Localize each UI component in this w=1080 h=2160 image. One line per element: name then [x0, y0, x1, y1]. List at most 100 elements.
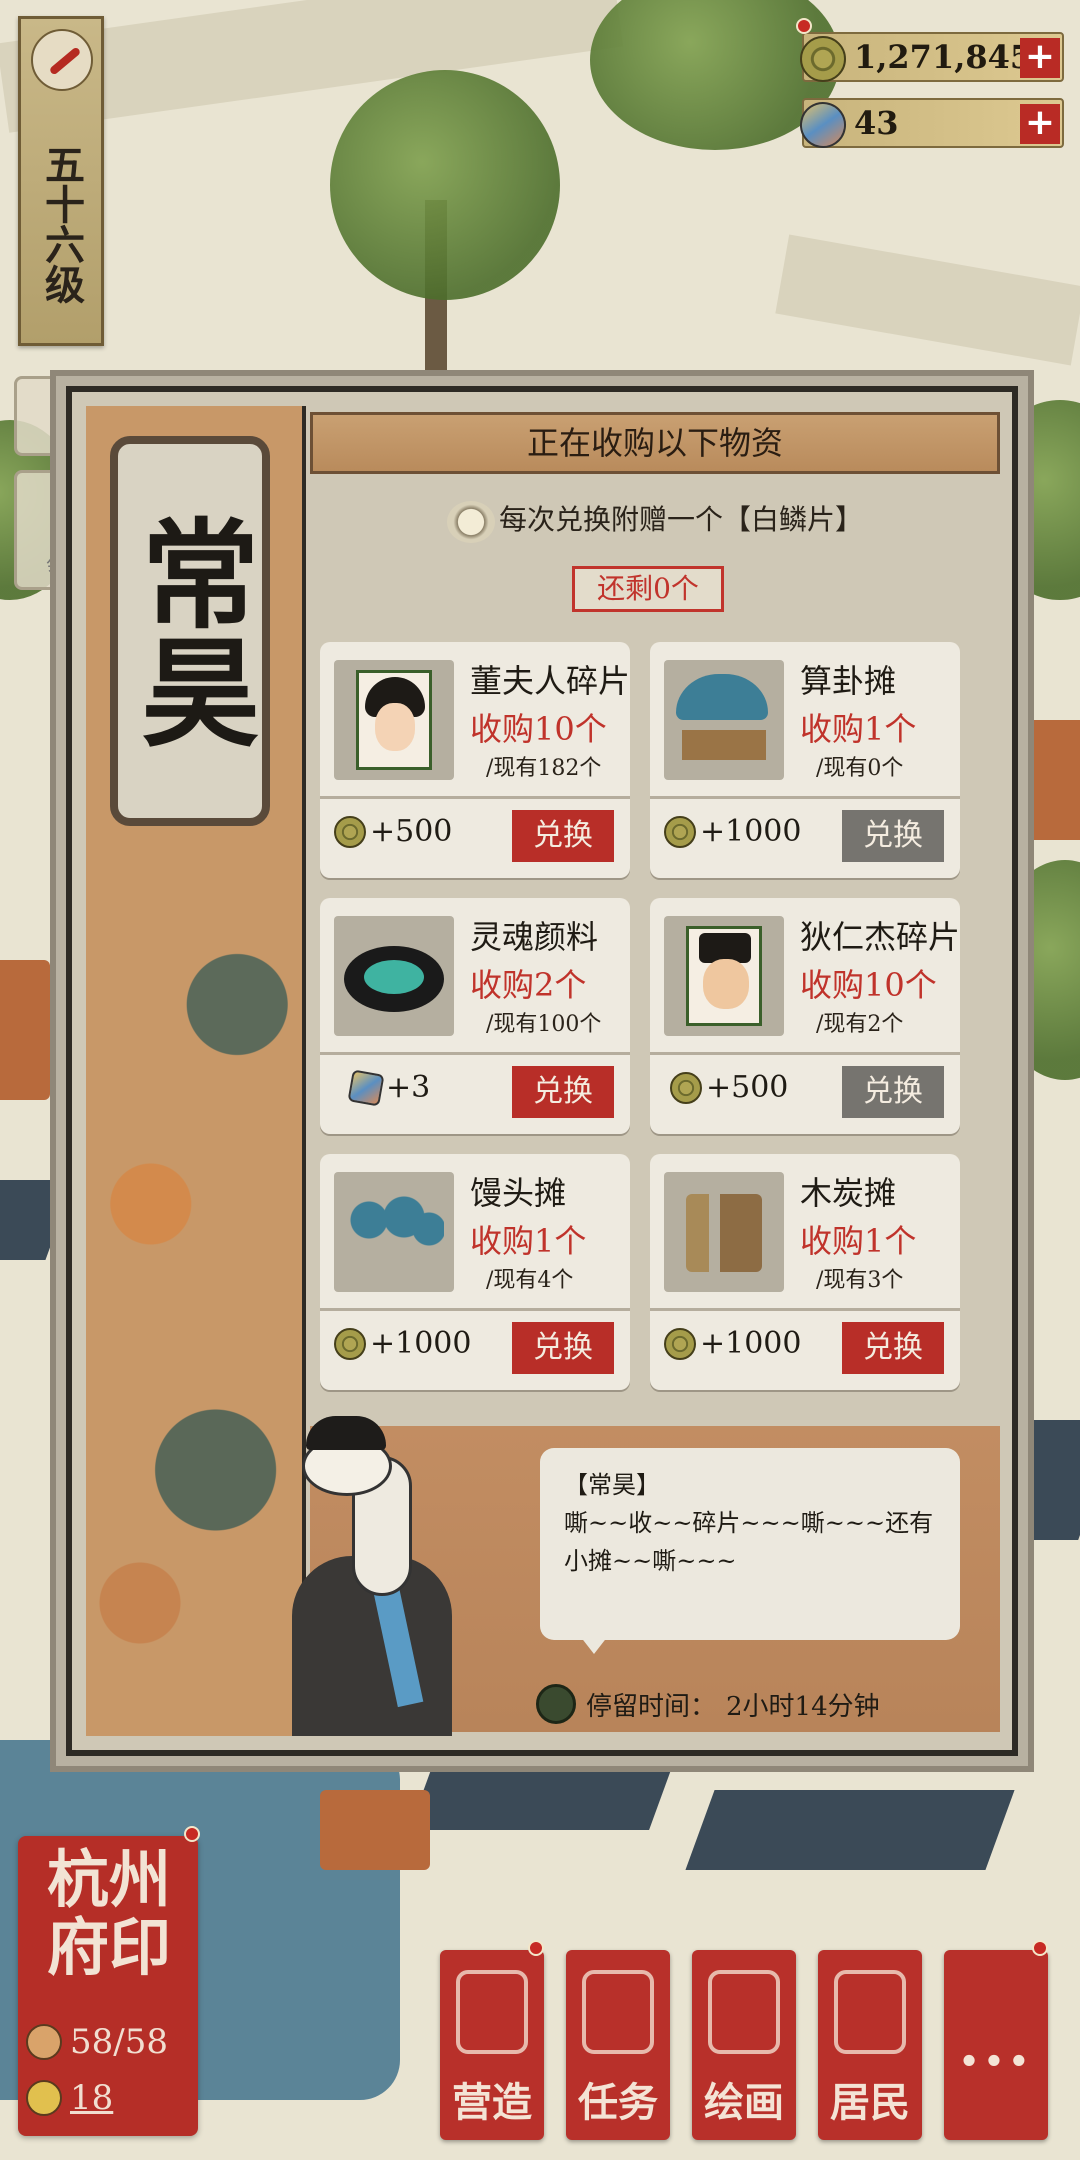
- menu-paint-button[interactable]: 绘画: [692, 1950, 796, 2140]
- menu-tasks-button[interactable]: 任务: [566, 1950, 670, 2140]
- add-gems-button[interactable]: +: [1020, 104, 1060, 144]
- merchant-dialog: 常昊 正在收购以下物资 每次兑换附赠一个【白鳞片】 还剩0个 董夫人碎片 收购1…: [56, 376, 1028, 1766]
- coin-icon: [334, 815, 366, 848]
- coin-counter: 1,271,845 +: [800, 32, 1064, 82]
- item-reward: +500: [334, 814, 452, 849]
- item-card: 灵魂颜料 收购2个 /现有100个 +3 兑换: [320, 898, 630, 1134]
- pavilion-icon: [456, 1970, 528, 2054]
- notification-dot: [1032, 1940, 1048, 1956]
- gold-icon: [26, 2080, 62, 2116]
- item-owned: /现有2个: [816, 1012, 904, 1037]
- di-renjie-portrait-icon: [686, 926, 762, 1026]
- gold-value: 18: [70, 2078, 114, 2118]
- menu-label: 绘画: [704, 2079, 784, 2126]
- stay-label: 停留时间：: [586, 1691, 717, 1722]
- city-seal[interactable]: 杭州府印 58/58 18: [18, 1836, 198, 2136]
- exchange-button[interactable]: 兑换: [842, 1066, 944, 1118]
- item-quantity: 收购2个: [470, 966, 587, 1004]
- gold-stat: 18: [26, 2078, 190, 2118]
- speech-speaker: 【常昊】: [564, 1471, 660, 1499]
- item-card: 馒头摊 收购1个 /现有4个 +1000 兑换: [320, 1154, 630, 1390]
- item-owned: /现有100个: [486, 1012, 602, 1037]
- merchant-banner: 常昊: [86, 406, 306, 1736]
- level-banner[interactable]: 五十六级: [18, 16, 104, 346]
- menu-label: 居民: [830, 2079, 910, 2126]
- more-icon: ...: [958, 2010, 1034, 2080]
- reward-value: +1000: [370, 1326, 472, 1361]
- level-text: 五十六级: [38, 144, 85, 304]
- item-owned: /现有182个: [486, 756, 602, 781]
- notification-dot: [528, 1940, 544, 1956]
- charcoal-stall-icon: [686, 1194, 762, 1272]
- item-title: 灵魂颜料: [470, 918, 599, 956]
- item-owned: /现有3个: [816, 1268, 904, 1293]
- divider: [650, 796, 960, 799]
- roof: [409, 1770, 671, 1830]
- item-thumbnail: [664, 660, 784, 780]
- item-card: 狄仁杰碎片 收购10个 /现有2个 +500 兑换: [650, 898, 960, 1134]
- menu-build-button[interactable]: 营造: [440, 1950, 544, 2140]
- coin-icon: [664, 1327, 696, 1360]
- painting-icon: [708, 1970, 780, 2054]
- exchange-button[interactable]: 兑换: [512, 1066, 614, 1118]
- item-thumbnail: [664, 1172, 784, 1292]
- coin-icon: [800, 36, 846, 82]
- item-quantity: 收购10个: [800, 966, 937, 1004]
- reward-value: +1000: [700, 814, 802, 849]
- reward-value: +500: [370, 814, 453, 849]
- item-quantity: 收购1个: [800, 1222, 917, 1260]
- coin-value: 1,271,845: [854, 38, 1033, 76]
- item-thumbnail: [334, 660, 454, 780]
- item-reward: +500: [670, 1070, 788, 1105]
- menu-residents-button[interactable]: 居民: [818, 1950, 922, 2140]
- gem-counter: 43 +: [796, 98, 1064, 152]
- coin-icon: [664, 815, 696, 848]
- exchange-button[interactable]: 兑换: [842, 1322, 944, 1374]
- remaining-badge: 还剩0个: [572, 566, 724, 612]
- item-thumbnail: [664, 916, 784, 1036]
- menu-more-button[interactable]: ...: [944, 1950, 1048, 2140]
- reward-value: +3: [386, 1070, 431, 1105]
- road: [775, 234, 1080, 366]
- tree: [330, 70, 560, 300]
- item-reward: +1000: [334, 1326, 471, 1361]
- lady-dong-portrait-icon: [356, 670, 432, 770]
- item-thumbnail: [334, 1172, 454, 1292]
- exchange-button[interactable]: 兑换: [842, 810, 944, 862]
- exchange-button[interactable]: 兑换: [512, 1322, 614, 1374]
- divider: [320, 796, 630, 799]
- table-icon: [682, 730, 766, 760]
- paint-bowl-icon: [344, 946, 444, 1012]
- item-thumbnail: [334, 916, 454, 1036]
- exchange-button[interactable]: 兑换: [512, 810, 614, 862]
- roof: [0, 1180, 75, 1260]
- gem-icon: [347, 1068, 385, 1107]
- resident-icon: [26, 2024, 62, 2060]
- house: [0, 960, 50, 1100]
- divider: [320, 1308, 630, 1311]
- snake-merchant-avatar: [292, 1416, 462, 1736]
- item-title: 木炭摊: [800, 1174, 897, 1212]
- add-coins-button[interactable]: +: [1020, 38, 1060, 78]
- item-title: 算卦摊: [800, 662, 897, 700]
- clock-icon: [536, 1684, 576, 1724]
- stay-time: 停留时间： 2小时14分钟: [536, 1684, 880, 1724]
- speaker-area: 【常昊】 嘶~~收~~碎片~~~嘶~~~还有小摊~~嘶~~~ 停留时间： 2小时1…: [292, 1416, 1000, 1736]
- merchant-name-plate: 常昊: [110, 436, 270, 826]
- item-card: 董夫人碎片 收购10个 /现有182个 +500 兑换: [320, 642, 630, 878]
- brush-icon: [31, 29, 93, 91]
- gem-icon: [796, 98, 850, 152]
- item-owned: /现有4个: [486, 1268, 574, 1293]
- gem-value: 43: [854, 104, 899, 142]
- residents-value: 58/58: [70, 2022, 168, 2062]
- item-card: 木炭摊 收购1个 /现有3个 +1000 兑换: [650, 1154, 960, 1390]
- item-reward: +3: [347, 1068, 431, 1107]
- seal-title: 杭州府印: [46, 1843, 171, 1984]
- divider: [650, 1308, 960, 1311]
- menu-label: 营造: [452, 2079, 532, 2126]
- menu-label: 任务: [578, 2079, 658, 2126]
- stay-value: 2小时14分钟: [726, 1691, 880, 1722]
- panel-header: 正在收购以下物资: [310, 412, 1000, 474]
- reward-value: +1000: [700, 1326, 802, 1361]
- item-reward: +1000: [664, 814, 801, 849]
